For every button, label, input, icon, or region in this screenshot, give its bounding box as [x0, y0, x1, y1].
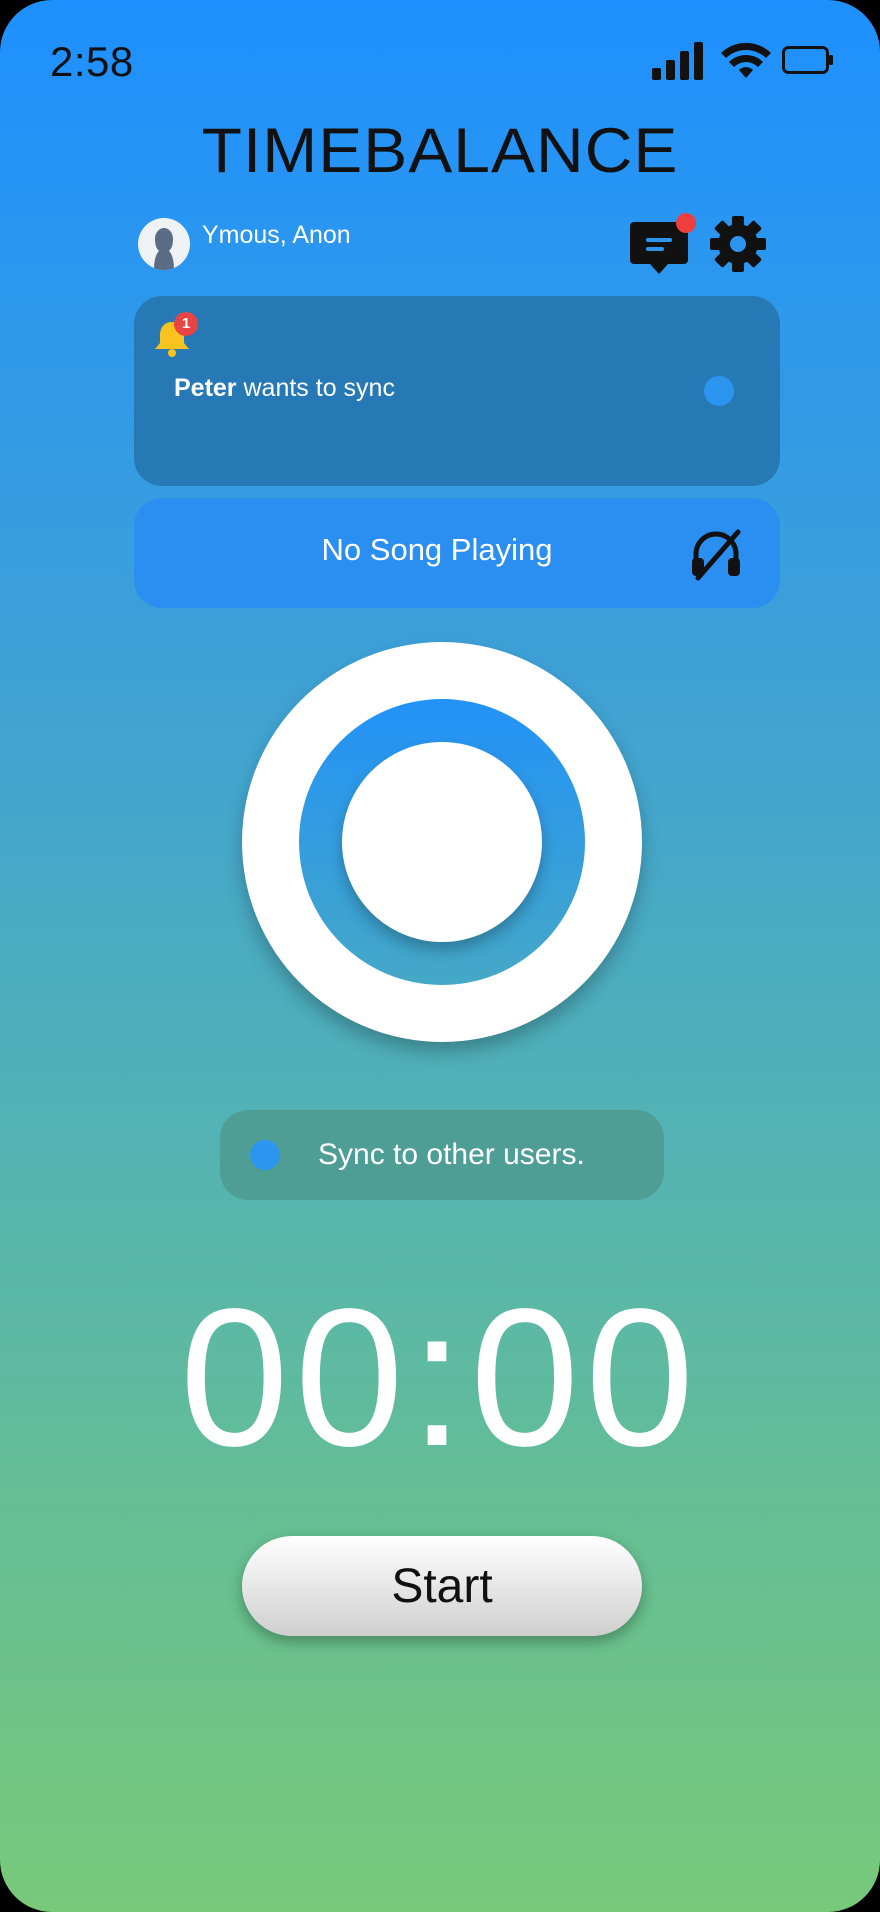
- battery-icon: [782, 46, 833, 74]
- user-silhouette-icon: [154, 228, 174, 270]
- now-playing-label: No Song Playing: [321, 532, 553, 567]
- timer-dial[interactable]: [242, 642, 642, 1042]
- app-screen: 2:58 TIMEBALANCE Ymous, Anon 1 Peter wan…: [0, 0, 880, 1912]
- sync-radio[interactable]: [250, 1140, 280, 1170]
- avatar[interactable]: [138, 218, 190, 270]
- sync-label: Sync to other users.: [318, 1138, 585, 1171]
- timer-dial-ring: [299, 699, 585, 985]
- status-time: 2:58: [50, 38, 134, 85]
- notification-badge: 1: [174, 312, 198, 336]
- notification-accept-toggle[interactable]: [704, 376, 734, 406]
- sync-toggle[interactable]: Sync to other users.: [220, 1110, 664, 1200]
- timer-display: 00:00: [179, 1268, 701, 1487]
- now-playing-card[interactable]: No Song Playing: [134, 498, 780, 608]
- app-title: TIMEBALANCE: [201, 114, 679, 186]
- timer-dial-button[interactable]: [342, 742, 542, 942]
- notification-text: wants to sync: [243, 374, 395, 402]
- wifi-icon: [721, 42, 771, 78]
- unread-indicator: [676, 213, 696, 233]
- user-name: Ymous, Anon: [202, 221, 351, 249]
- headphones-off-icon[interactable]: [688, 526, 744, 582]
- settings-button[interactable]: [708, 214, 768, 274]
- notification-message: Peter wants to sync: [174, 374, 395, 403]
- signal-icon: [652, 42, 703, 80]
- notification-card[interactable]: 1 Peter wants to sync: [134, 296, 780, 486]
- gear-icon: [710, 216, 766, 272]
- notification-sender: Peter: [174, 374, 237, 402]
- start-button[interactable]: Start: [242, 1536, 642, 1636]
